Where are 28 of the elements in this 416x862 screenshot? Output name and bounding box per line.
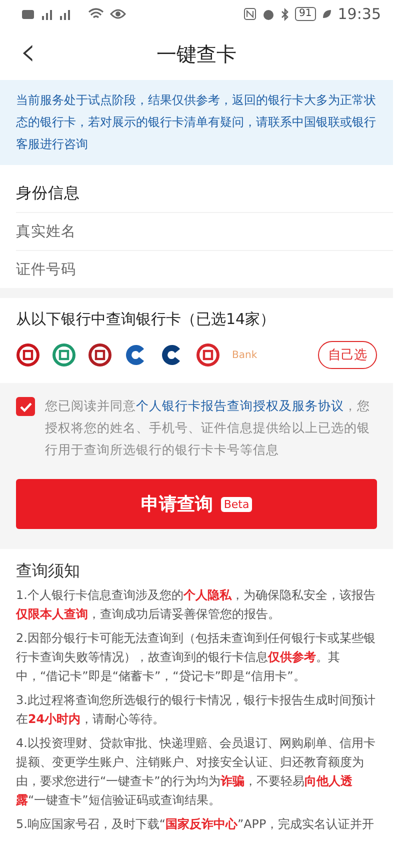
section-title: 身份信息 xyxy=(15,183,81,204)
clock-time: 19:35 xyxy=(338,5,381,23)
form-field[interactable]: 真实姓名 xyxy=(16,212,393,250)
back-button[interactable]: ‹ xyxy=(14,34,42,70)
leaf-icon xyxy=(322,9,332,19)
choose-button[interactable]: 自己选 xyxy=(318,341,377,369)
note-text: 5.响应国家号召，及时下载“国家反诈中心”APP，完成实名认证并开 xyxy=(16,816,376,833)
section-title: 查询须知 xyxy=(16,561,81,582)
agreement-text: 您已阅读并同意个人银行卡报告查询授权及服务协议，您授权将您的姓名、手机号、证件信息提供给以上已选的银行用于查询所选银行的银行卡卡号等信息 xyxy=(45,397,371,459)
agreement-link[interactable]: 个人银行卡报告查询授权及服务协议 xyxy=(136,398,344,413)
note-text: 1.个人银行卡信息查询涉及您的个人隐私，为确保隐私安全，该报告仅限本人查询，查询成功后请妥善保管您的报告。 xyxy=(16,587,376,623)
agree-checkbox[interactable] xyxy=(16,397,35,416)
note-text: 4.以投资理财、贷款审批、快递理赔、会员退订、网购刷单、信用卡提额、变更学生账户、注销账户、对接安全认证、归还教育额度为由，要求您进行“一键查卡”的行为均为诈骗，不要轻易向他人透露“一键查卡”短信验证码或查询结果。 xyxy=(16,735,376,809)
bluetooth-icon xyxy=(281,8,290,20)
notice-text: 当前服务处于试点阶段，结果仅供参考，返回的银行卡大多为正常状态的银行卡，若对展示的银行卡清单有疑问，请联系中国银联或银行客服进行咨询 xyxy=(0,80,393,165)
beta-badge: Beta xyxy=(220,496,252,512)
bank-logo: Bank xyxy=(232,350,258,360)
battery-icon: 91 xyxy=(295,7,316,21)
eye-icon xyxy=(110,8,126,20)
wifi-icon xyxy=(88,8,104,20)
form-field[interactable]: 证件号码 xyxy=(16,250,393,288)
check-icon xyxy=(20,402,32,412)
nfc-icon xyxy=(244,8,256,20)
submit-button[interactable]: 申请查询 Beta xyxy=(16,479,377,529)
note-text: 3.此过程将查询您所选银行的银行卡情况，银行卡报告生成时间预计在24小时内，请耐心等待。 xyxy=(16,692,376,728)
note-text: 2.因部分银行卡可能无法查询到（包括未查询到任何银行卡或某些银行卡查询失败等情况），故查询到的银行卡信息仅供参考。其中，“借记卡”即是“储蓄卡”，“贷记卡”即是“信用卡”。 xyxy=(16,630,376,685)
section-title: 从以下银行中查询银行卡（已选14家） xyxy=(16,310,276,329)
page-title: 一键查卡 xyxy=(156,40,236,68)
